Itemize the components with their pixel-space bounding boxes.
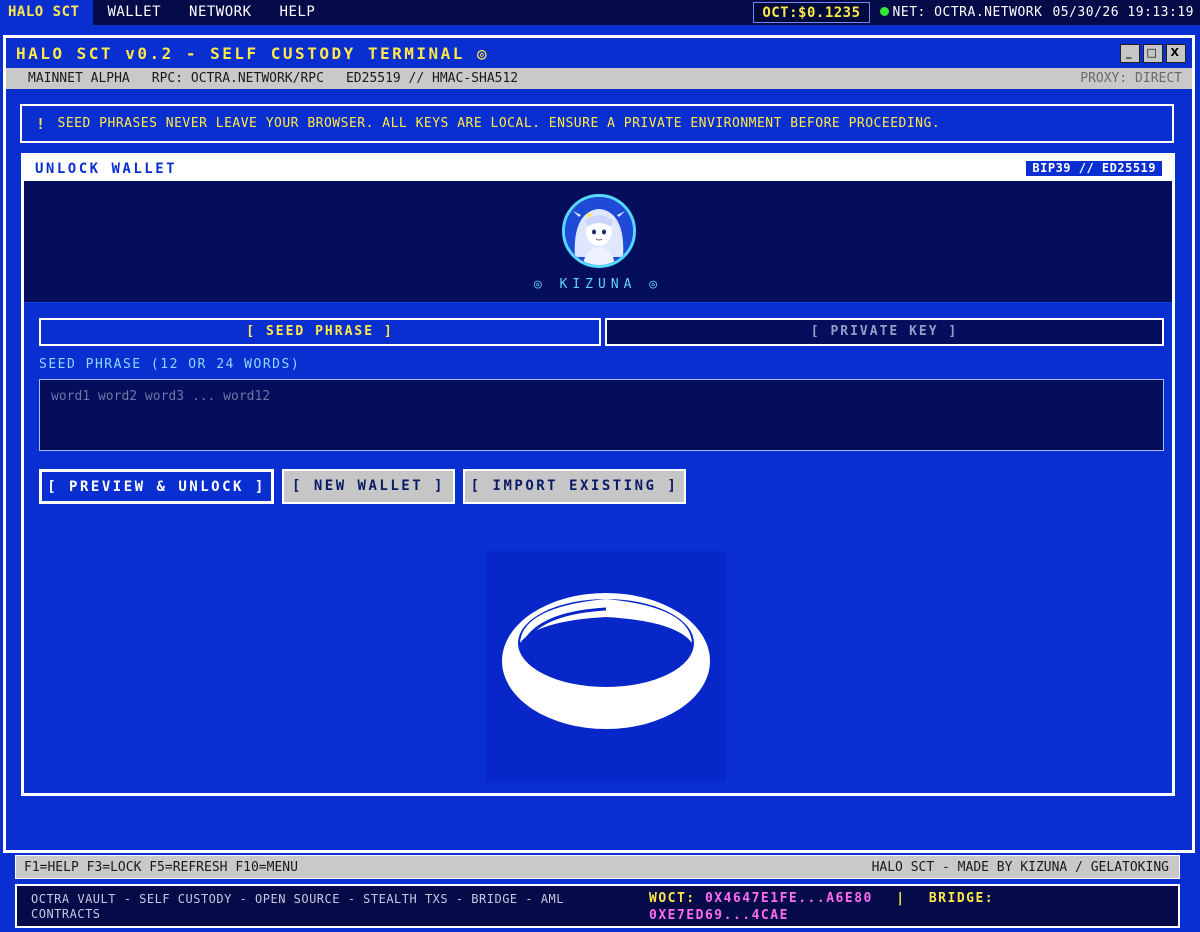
menu-item-wallet[interactable]: WALLET: [93, 0, 175, 25]
price-ticker: OCT:$0.1235: [753, 2, 870, 23]
feature-list: OCTRA VAULT - SELF CUSTODY - OPEN SOURCE…: [31, 892, 564, 921]
window-controls: _ □ X: [1120, 44, 1186, 63]
new-wallet-button[interactable]: [ NEW WALLET ]: [282, 469, 455, 504]
security-warning: ! SEED PHRASES NEVER LEAVE YOUR BROWSER.…: [20, 104, 1174, 143]
maximize-button[interactable]: □: [1143, 44, 1163, 63]
footer: OCTRA VAULT - SELF CUSTODY - OPEN SOURCE…: [15, 884, 1180, 928]
standard-badge: BIP39 // ED25519: [1026, 161, 1162, 176]
menu-bar: HALO SCT WALLET NETWORK HELP OCT:$0.1235…: [0, 0, 1200, 25]
clock: 05/30/26 19:13:19: [1052, 5, 1194, 20]
woct-label: WOCT:: [649, 891, 696, 906]
ring-icon: [502, 593, 710, 729]
tab-private-key[interactable]: [ PRIVATE KEY ]: [605, 318, 1164, 346]
close-button[interactable]: X: [1166, 44, 1186, 63]
avatar-banner: ◎ KIZUNA ◎: [24, 181, 1172, 303]
panel-header: UNLOCK WALLET BIP39 // ED25519: [24, 156, 1172, 181]
credits: HALO SCT - MADE BY KIZUNA / GELATOKING: [871, 859, 1169, 875]
proxy-status: PROXY: DIRECT: [1080, 71, 1182, 86]
anime-avatar-icon: [565, 197, 633, 265]
warning-text: SEED PHRASES NEVER LEAVE YOUR BROWSER. A…: [57, 116, 941, 131]
panel-title: UNLOCK WALLET: [35, 160, 178, 177]
bridge-label: BRIDGE:: [928, 891, 995, 906]
menu-status-area: OCT:$0.1235 NET: OCTRA.NETWORK 05/30/26 …: [753, 0, 1194, 25]
window-title: HALO SCT v0.2 - SELF CUSTODY TERMINAL ◎: [16, 43, 490, 63]
network-status: NET: OCTRA.NETWORK: [879, 5, 1043, 20]
status-dot-icon: [879, 7, 889, 16]
connection-status-bar: MAINNET ALPHA RPC: OCTRA.NETWORK/RPC ED2…: [6, 68, 1192, 89]
menu-item-network[interactable]: NETWORK: [175, 0, 266, 25]
network-label: NET: OCTRA.NETWORK: [892, 5, 1043, 20]
terminal-window: HALO SCT v0.2 - SELF CUSTODY TERMINAL ◎ …: [3, 35, 1195, 853]
bridge-address[interactable]: 0XE7ED69...4CAE: [649, 908, 789, 923]
seed-phrase-label: SEED PHRASE (12 OR 24 WORDS): [39, 357, 301, 372]
function-keys-bar: F1=HELP F3=LOCK F5=REFRESH F10=MENU HALO…: [15, 855, 1180, 879]
preview-unlock-button[interactable]: [ PREVIEW & UNLOCK ]: [39, 469, 274, 504]
menu-item-help[interactable]: HELP: [266, 0, 330, 25]
ring-illustration: [486, 551, 726, 781]
window-titlebar: HALO SCT v0.2 - SELF CUSTODY TERMINAL ◎ …: [6, 38, 1192, 68]
rpc-endpoint: RPC: OCTRA.NETWORK/RPC: [151, 71, 324, 86]
tab-seed-phrase[interactable]: [ SEED PHRASE ]: [39, 318, 601, 346]
minimize-button[interactable]: _: [1120, 44, 1140, 63]
avatar-name: ◎ KIZUNA ◎: [533, 277, 663, 292]
import-existing-button[interactable]: [ IMPORT EXISTING ]: [463, 469, 686, 504]
function-keys[interactable]: F1=HELP F3=LOCK F5=REFRESH F10=MENU: [24, 860, 298, 875]
seed-phrase-input[interactable]: [39, 379, 1164, 451]
address-separator: |: [896, 891, 906, 906]
woct-address[interactable]: 0X4647E1FE...A6E80: [705, 891, 873, 906]
contract-addresses: WOCT: 0X4647E1FE...A6E80 | BRIDGE: 0XE7E…: [649, 890, 1069, 924]
unlock-wallet-panel: UNLOCK WALLET BIP39 // ED25519 ◎ KIZUNA …: [21, 153, 1175, 796]
network-name: MAINNET ALPHA: [28, 71, 130, 86]
avatar: [562, 194, 636, 268]
warning-icon: !: [36, 114, 46, 133]
menu-brand[interactable]: HALO SCT: [0, 0, 94, 25]
crypto-scheme: ED25519 // HMAC-SHA512: [345, 71, 519, 86]
